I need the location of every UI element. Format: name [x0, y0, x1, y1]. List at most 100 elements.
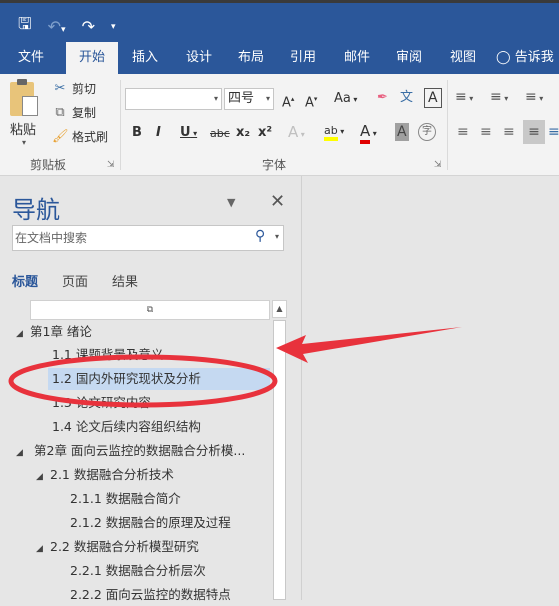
paste-dropdown-icon[interactable]: ▾ [22, 138, 26, 147]
search-input[interactable] [15, 228, 245, 248]
font-color-icon: A [360, 122, 371, 144]
tab-home[interactable]: 开始 [66, 42, 118, 74]
save-icon[interactable]: 🖫 [18, 13, 32, 40]
copy-button[interactable]: ⧉ 复制 [52, 104, 96, 121]
tab-view[interactable]: 视图 [440, 42, 486, 74]
clear-formatting-icon[interactable]: ✒ [377, 89, 388, 107]
paste-label: 粘贴 [10, 123, 37, 138]
tree-node[interactable]: ◢ 第2章 面向云监控的数据融合分析模... [16, 440, 245, 462]
tab-references[interactable]: 引用 [280, 42, 326, 74]
expand-triangle-icon[interactable]: ◢ [36, 538, 50, 560]
scrollbar[interactable]: ▲ [272, 300, 287, 600]
headings-tree: ⧉ ▲ ◢ 第1章 绪论 1.1 课题背景及意义 1.2 国内外研究现状及分析 1… [0, 300, 287, 602]
italic-button[interactable]: I [156, 124, 161, 142]
format-painter-label: 格式刷 [72, 130, 109, 144]
tree-node[interactable]: 1.4 论文后续内容组织结构 [52, 416, 201, 438]
highlighter-icon: ab [324, 124, 338, 141]
tell-me-label: 告诉我 [514, 50, 554, 65]
scissors-icon: ✂ [54, 81, 66, 96]
align-center-button[interactable]: ≡ [480, 123, 492, 141]
nav-tab-headings[interactable]: 标题 [12, 271, 38, 290]
tree-node-selected[interactable]: 1.2 国内外研究现状及分析 [48, 368, 270, 390]
tree-node[interactable]: 2.2.2 面向云监控的数据特点 [70, 584, 231, 606]
scroll-thumb[interactable] [273, 320, 286, 600]
tab-layout[interactable]: 布局 [228, 42, 274, 74]
bullets-button[interactable]: ≡ ▾ [455, 88, 473, 108]
grow-font-button[interactable]: A▴ [282, 90, 294, 112]
nav-options-icon[interactable]: ▼ [227, 196, 235, 209]
justify-button[interactable]: ≡ [523, 120, 545, 144]
font-name-select[interactable]: ▾ [125, 88, 222, 110]
lightbulb-icon: ◯ [496, 50, 511, 65]
tree-node[interactable]: ◢ 2.1 数据融合分析技术 [36, 464, 174, 486]
enclose-characters-button[interactable]: 字 [418, 123, 436, 141]
nav-tab-results[interactable]: 结果 [112, 271, 138, 290]
tree-node[interactable]: 2.1.1 数据融合简介 [70, 488, 181, 510]
highlight-button[interactable]: ab ▾ [324, 122, 344, 141]
font-color-button[interactable]: A ▾ [360, 122, 377, 144]
distributed-button[interactable]: ≡ [548, 123, 559, 141]
align-left-button[interactable]: ≡ [457, 123, 469, 141]
shrink-font-button[interactable]: A▾ [305, 90, 317, 112]
tree-node[interactable]: 2.1.2 数据融合的原理及过程 [70, 512, 231, 534]
expand-triangle-icon[interactable]: ◢ [16, 323, 30, 345]
ribbon-tabs: 文件 开始 插入 设计 布局 引用 邮件 审阅 视图 ◯ 告诉我 [0, 42, 559, 74]
tree-node[interactable]: ◢ 第1章 绪论 [16, 321, 92, 343]
clipboard-group-label: 剪贴板 [30, 158, 67, 172]
paste-icon [10, 79, 38, 116]
search-icon[interactable]: ⚲ [255, 228, 265, 244]
brush-icon: 🖌 [52, 129, 69, 144]
numbering-button[interactable]: ≡ ▾ [490, 88, 508, 108]
customize-qat-icon[interactable]: ▾ [111, 22, 116, 32]
phonetic-guide-button[interactable]: 文 [400, 89, 413, 107]
document-area[interactable] [303, 176, 559, 600]
ribbon: 粘贴 ▾ ✂ 剪切 ⧉ 复制 🖌 格式刷 剪贴板 ⇲ ▾ 四号 ▾ A▴ A▾ … [0, 74, 559, 176]
group-separator [120, 80, 121, 170]
tab-mailings[interactable]: 邮件 [334, 42, 380, 74]
scroll-up-icon[interactable]: ▲ [272, 300, 287, 318]
cut-button[interactable]: ✂ 剪切 [52, 80, 96, 97]
chevron-down-icon: ▾ [265, 94, 270, 103]
subscript-button[interactable]: x₂ [236, 124, 250, 142]
tab-design[interactable]: 设计 [176, 42, 222, 74]
align-right-button[interactable]: ≡ [503, 123, 515, 141]
search-box: ⚲ ▾ [12, 225, 284, 251]
change-case-button[interactable]: Aa ▾ [334, 90, 357, 109]
tree-node[interactable]: ◢ 2.2 数据融合分析模型研究 [36, 536, 199, 558]
cut-label: 剪切 [72, 82, 97, 96]
search-options-icon[interactable]: ▾ [275, 232, 279, 241]
redo-icon[interactable]: ↷ [82, 17, 95, 36]
nav-tab-pages[interactable]: 页面 [62, 271, 88, 290]
font-size-value: 四号 [228, 91, 255, 106]
bold-button[interactable]: B [132, 124, 142, 142]
font-launcher-icon[interactable]: ⇲ [434, 160, 442, 170]
font-size-select[interactable]: 四号 ▾ [224, 88, 274, 110]
character-shading-button[interactable]: A [395, 123, 409, 141]
tab-file[interactable]: 文件 [6, 42, 56, 74]
nav-pane-title: 导航 [12, 196, 60, 224]
tab-insert[interactable]: 插入 [122, 42, 168, 74]
font-group-label: 字体 [262, 158, 287, 172]
navigation-pane: 导航 ▼ ✕ ⚲ ▾ 标题 页面 结果 ⧉ ▲ ◢第1章 绪论 1.1 课题背景… [0, 176, 302, 602]
copy-icon: ⧉ [55, 105, 65, 120]
tab-review[interactable]: 审阅 [386, 42, 432, 74]
quick-access-toolbar: 🖫 ↶▾ ↷ ▾ [18, 13, 116, 40]
expand-triangle-icon[interactable]: ◢ [36, 466, 50, 488]
collapse-all-button[interactable]: ⧉ [30, 300, 270, 320]
close-icon[interactable]: ✕ [270, 191, 285, 212]
chevron-down-icon: ▾ [213, 94, 218, 103]
underline-button[interactable]: U ▾ [180, 124, 197, 143]
multilevel-list-button[interactable]: ≡ ▾ [525, 88, 543, 108]
strikethrough-button[interactable]: abc [210, 125, 230, 143]
tree-node[interactable]: 1.1 课题背景及意义 [52, 344, 163, 366]
character-border-button[interactable]: A [424, 88, 442, 108]
text-effects-button[interactable]: A ▾ [288, 123, 305, 144]
clipboard-launcher-icon[interactable]: ⇲ [107, 160, 115, 170]
superscript-button[interactable]: x² [258, 124, 272, 142]
tree-node[interactable]: 2.2.1 数据融合分析层次 [70, 560, 206, 582]
tree-node[interactable]: 1.3 论文研究内容 [52, 392, 151, 414]
undo-icon[interactable]: ↶▾ [48, 17, 66, 36]
format-painter-button[interactable]: 🖌 格式刷 [52, 128, 108, 145]
tab-tell-me[interactable]: ◯ 告诉我 [496, 42, 559, 74]
expand-triangle-icon[interactable]: ◢ [16, 442, 30, 464]
